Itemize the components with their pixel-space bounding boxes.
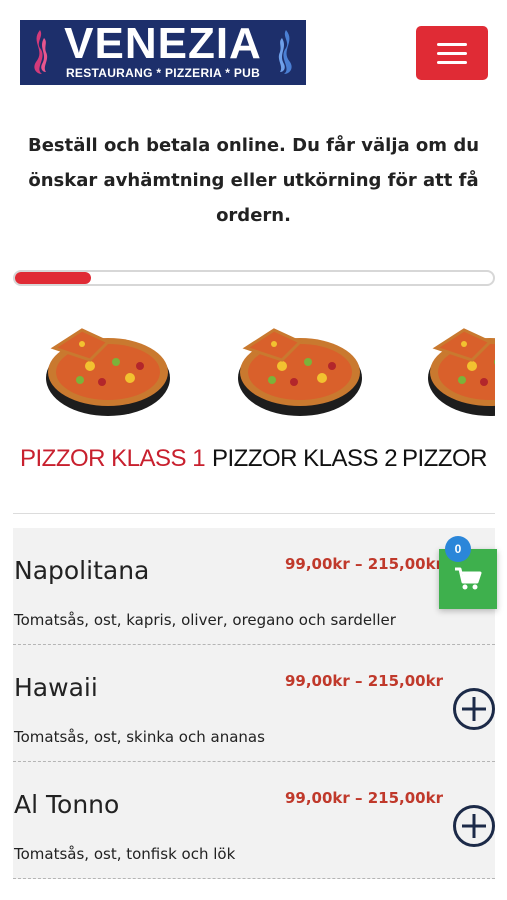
product-price: 99,00kr – 215,00kr [284,555,443,573]
intro-text: Beställ och betala online. Du får välja … [27,135,480,226]
product-description: Tomatsås, ost, skinka och ananas [14,728,265,746]
section-divider [13,513,495,514]
category-label: PIZZOR KLASS 1 [20,445,206,472]
product-description: Tomatsås, ost, tonfisk och lök [14,845,236,863]
flame-logo-icon [278,30,292,74]
category-label: PIZZOR KLASS 3 [402,445,495,472]
hamburger-menu-button[interactable] [416,26,488,80]
shopping-cart-icon [455,567,482,590]
hamburger-menu-icon [437,60,467,64]
product-item[interactable]: Al Tonno 99,00kr – 215,00kr Tomatsås, os… [13,762,495,879]
product-name: Napolitana [14,556,150,585]
product-price: 99,00kr – 215,00kr [284,789,443,807]
hamburger-menu-icon [437,42,467,46]
product-name: Hawaii [14,673,98,702]
header: VENEZIA RESTAURANG * PIZZERIA * PUB [0,0,507,100]
flame-logo-icon [34,30,48,74]
product-item[interactable]: Hawaii 99,00kr – 215,00kr Tomatsås, ost,… [13,645,495,762]
pizza-image [238,328,362,416]
category-carousel[interactable]: PIZZOR KLASS 1 PIZZOR KLASS 2 PIZZOR KLA… [0,310,495,495]
add-to-cart-plus-icon[interactable] [453,688,495,730]
category-pizzor-klass-3[interactable]: PIZZOR KLASS 3 [402,310,495,495]
product-item[interactable]: Napolitana 99,00kr – 215,00kr Tomatsås, … [13,528,495,645]
cart-count-badge: 0 [445,536,471,562]
category-pizzor-klass-2[interactable]: PIZZOR KLASS 2 [212,310,412,495]
progress-fill [15,272,92,284]
product-list: Napolitana 99,00kr – 215,00kr Tomatsås, … [13,528,495,879]
hamburger-menu-icon [437,51,467,55]
venezia-logo[interactable]: VENEZIA RESTAURANG * PIZZERIA * PUB [20,20,306,85]
category-pizzor-klass-1[interactable]: PIZZOR KLASS 1 [20,310,220,495]
add-to-cart-plus-icon[interactable] [453,805,495,847]
pizza-image [46,328,170,416]
logo-name: VENEZIA [64,18,262,68]
order-progress-bar [13,270,495,286]
category-label: PIZZOR KLASS 2 [212,445,398,472]
pizza-image [428,328,495,416]
product-description: Tomatsås, ost, kapris, oliver, oregano o… [14,611,396,629]
product-name: Al Tonno [14,790,120,819]
product-price: 99,00kr – 215,00kr [284,672,443,690]
logo-tagline: RESTAURANG * PIZZERIA * PUB [65,65,261,80]
